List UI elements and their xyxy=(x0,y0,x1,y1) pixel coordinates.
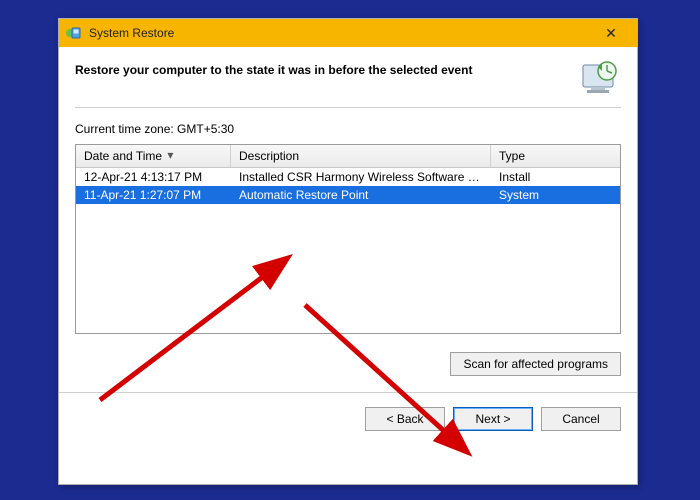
wizard-button-row: < Back Next > Cancel xyxy=(59,393,637,447)
close-button[interactable]: ✕ xyxy=(591,22,631,44)
cell-datetime: 12-Apr-21 4:13:17 PM xyxy=(76,168,231,186)
column-header-type[interactable]: Type xyxy=(491,145,620,167)
content-area: Restore your computer to the state it wa… xyxy=(59,47,637,393)
titlebar[interactable]: System Restore ✕ xyxy=(59,19,637,47)
scan-affected-programs-button[interactable]: Scan for affected programs xyxy=(450,352,621,376)
cell-description: Automatic Restore Point xyxy=(231,186,491,204)
table-row[interactable]: 12-Apr-21 4:13:17 PM Installed CSR Harmo… xyxy=(76,168,620,186)
timezone-label: Current time zone: GMT+5:30 xyxy=(75,122,621,136)
sort-descending-icon: ▾ xyxy=(167,148,173,162)
window-title: System Restore xyxy=(89,26,591,40)
close-icon: ✕ xyxy=(605,25,617,42)
cancel-button[interactable]: Cancel xyxy=(541,407,621,431)
column-header-description[interactable]: Description xyxy=(231,145,491,167)
system-restore-window: System Restore ✕ Restore your computer t… xyxy=(58,18,638,485)
back-button[interactable]: < Back xyxy=(365,407,445,431)
cell-type: System xyxy=(491,186,620,204)
header-row: Restore your computer to the state it wa… xyxy=(75,57,621,101)
page-title: Restore your computer to the state it wa… xyxy=(75,57,472,77)
table-body: 12-Apr-21 4:13:17 PM Installed CSR Harmo… xyxy=(76,168,620,204)
cell-description: Installed CSR Harmony Wireless Software … xyxy=(231,168,491,186)
table-row[interactable]: 11-Apr-21 1:27:07 PM Automatic Restore P… xyxy=(76,186,620,204)
column-header-datetime-label: Date and Time xyxy=(84,149,162,163)
cell-datetime: 11-Apr-21 1:27:07 PM xyxy=(76,186,231,204)
next-button[interactable]: Next > xyxy=(453,407,533,431)
column-header-datetime[interactable]: Date and Time ▾ xyxy=(76,145,231,167)
cell-type: Install xyxy=(491,168,620,186)
scan-row: Scan for affected programs xyxy=(75,352,621,376)
table-header: Date and Time ▾ Description Type xyxy=(76,145,620,168)
restore-points-table[interactable]: Date and Time ▾ Description Type 12-Apr-… xyxy=(75,144,621,334)
system-restore-icon xyxy=(65,25,81,41)
clock-monitor-icon xyxy=(577,57,621,101)
divider xyxy=(75,107,621,108)
